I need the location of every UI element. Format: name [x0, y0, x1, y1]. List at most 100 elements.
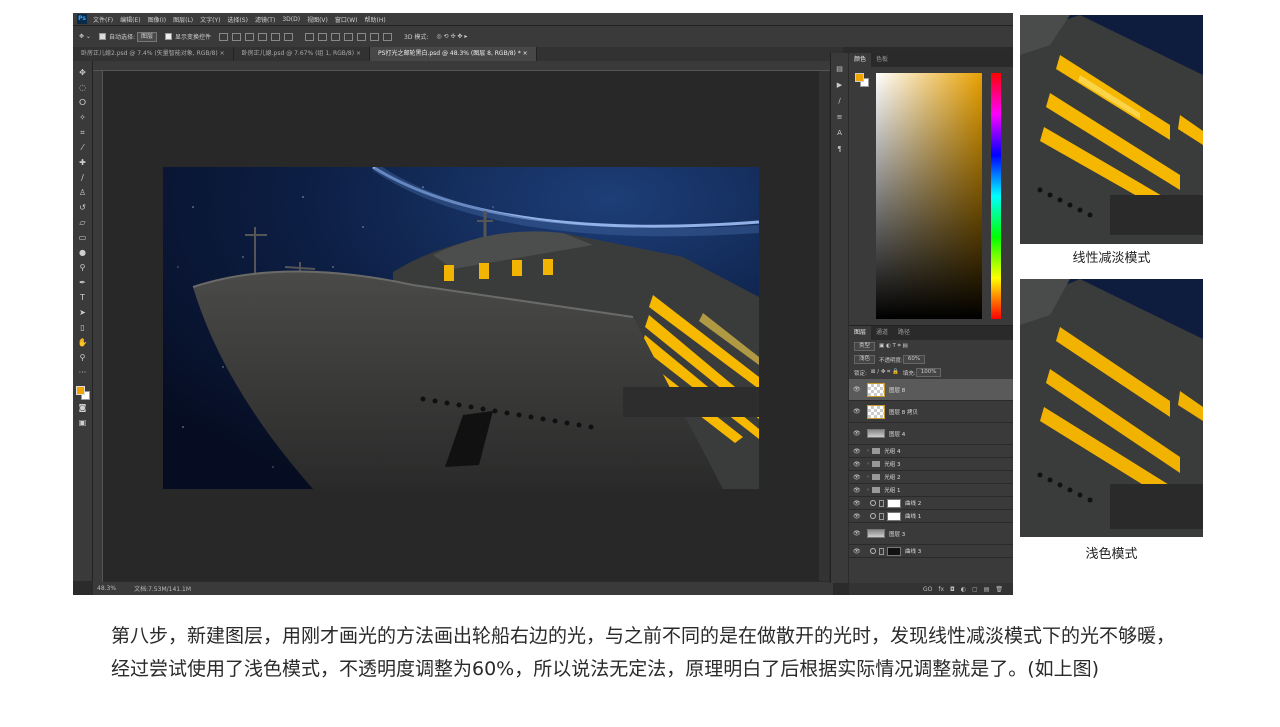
distribute-icons[interactable]: [305, 32, 396, 41]
color-swatch[interactable]: [855, 73, 869, 87]
history-icon[interactable]: ▤: [835, 64, 845, 74]
eraser-tool-icon[interactable]: ▱: [77, 217, 89, 229]
screen-mode-icon[interactable]: ▣: [77, 417, 89, 429]
eyedropper-tool-icon[interactable]: ⁄: [77, 142, 89, 154]
menu-3d[interactable]: 3D(D): [282, 16, 300, 23]
tab-doc-3[interactable]: PS打光之邮轮黑白.psd @ 48.3% (图层 8, RGB/8) * ×: [370, 47, 537, 61]
tab-doc-2[interactable]: 卧房正儿媳.psd @ 7.67% (组 1, RGB/8) ×: [234, 47, 371, 61]
tab-color[interactable]: 颜色: [849, 53, 872, 67]
path-select-tool-icon[interactable]: ➤: [77, 307, 89, 319]
visibility-eye-icon[interactable]: 👁: [853, 500, 861, 507]
visibility-eye-icon[interactable]: 👁: [853, 530, 861, 537]
canvas-scrollbar[interactable]: [819, 71, 829, 581]
stamp-tool-icon[interactable]: ♙: [77, 187, 89, 199]
lasso-tool-icon[interactable]: ⵔ: [77, 97, 89, 109]
tab-doc-1[interactable]: 卧房正儿媳2.psd @ 7.4% (矢量智能对象, RGB/8) ×: [73, 47, 234, 61]
visibility-eye-icon[interactable]: 👁: [853, 513, 861, 520]
menu-view[interactable]: 视图(V): [307, 15, 328, 24]
new-adjustment-icon[interactable]: ◐: [961, 586, 966, 593]
chevron-right-icon[interactable]: ›: [867, 474, 869, 480]
menu-type[interactable]: 文字(Y): [200, 15, 220, 24]
blur-tool-icon[interactable]: ●: [77, 247, 89, 259]
move-tool-icon[interactable]: ✥ ⌄: [79, 33, 91, 40]
tab-channels[interactable]: 通道: [871, 326, 893, 340]
dodge-tool-icon[interactable]: ⚲: [77, 262, 89, 274]
adjustments-icon[interactable]: ≡: [835, 112, 845, 122]
lock-icons[interactable]: ⊠ ∕ ✥ ⌗ 🔒: [871, 369, 899, 376]
gradient-tool-icon[interactable]: ▭: [77, 232, 89, 244]
document-canvas[interactable]: [163, 167, 759, 489]
3d-tool-icons[interactable]: ◎ ⟲ ✣ ✥ ▸: [436, 33, 467, 40]
crop-tool-icon[interactable]: ⌗: [77, 127, 89, 139]
chevron-right-icon[interactable]: ›: [867, 448, 869, 454]
magic-wand-tool-icon[interactable]: ✧: [77, 112, 89, 124]
chevron-right-icon[interactable]: ›: [867, 461, 869, 467]
layer-kind-filter[interactable]: 类型: [854, 342, 876, 351]
align-icons[interactable]: [219, 32, 297, 41]
hue-slider[interactable]: [991, 73, 1001, 319]
zoom-level[interactable]: 48.3%: [97, 585, 116, 592]
visibility-eye-icon[interactable]: 👁: [853, 474, 861, 481]
menu-layer[interactable]: 图层(L): [173, 15, 193, 24]
layer-row[interactable]: 👁 图层 8 拷贝: [849, 401, 1013, 423]
menu-select[interactable]: 选择(S): [227, 15, 248, 24]
rectangle-tool-icon[interactable]: ▯: [77, 322, 89, 334]
layer-row[interactable]: 👁 曲线 3: [849, 545, 1013, 558]
more-tools-icon[interactable]: ···: [77, 367, 89, 379]
chevron-right-icon[interactable]: ›: [867, 487, 869, 493]
menu-window[interactable]: 窗口(W): [335, 15, 358, 24]
foreground-background-colors[interactable]: [75, 386, 90, 400]
visibility-eye-icon[interactable]: 👁: [853, 430, 861, 437]
pen-tool-icon[interactable]: ✒: [77, 277, 89, 289]
add-mask-icon[interactable]: ◘: [950, 586, 955, 593]
filter-icons[interactable]: ▣ ◐ T ⌗ ▤: [879, 343, 908, 350]
layer-row[interactable]: 👁 › 光组 3: [849, 458, 1013, 471]
paragraph-icon[interactable]: ¶: [835, 144, 845, 154]
visibility-eye-icon[interactable]: 👁: [853, 548, 861, 555]
layer-row[interactable]: 👁 图层 3: [849, 523, 1013, 545]
layer-row[interactable]: 👁 › 光组 2: [849, 471, 1013, 484]
tab-paths[interactable]: 路径: [893, 326, 915, 340]
brush-tool-icon[interactable]: ∕: [77, 172, 89, 184]
healing-tool-icon[interactable]: ✚: [77, 157, 89, 169]
link-layers-icon[interactable]: GO: [923, 586, 932, 593]
menu-help[interactable]: 帮助(H): [365, 15, 386, 24]
color-picker-field[interactable]: [876, 73, 982, 319]
blend-mode-dropdown[interactable]: 浅色: [854, 355, 876, 364]
new-group-icon[interactable]: ▢: [972, 586, 978, 593]
text-tool-icon[interactable]: T: [77, 292, 89, 304]
show-transform-checkbox[interactable]: 显示变换控件: [165, 32, 211, 41]
visibility-eye-icon[interactable]: 👁: [853, 386, 861, 393]
fx-icon[interactable]: fx: [938, 586, 944, 593]
brush-settings-icon[interactable]: ∕: [835, 96, 845, 106]
menu-file[interactable]: 文件(F): [93, 15, 113, 24]
layer-row[interactable]: 👁 曲线 2: [849, 497, 1013, 510]
menu-image[interactable]: 图像(I): [148, 15, 166, 24]
layer-row[interactable]: 👁 › 光组 4: [849, 445, 1013, 458]
fill-input[interactable]: 100%: [915, 368, 942, 377]
visibility-eye-icon[interactable]: 👁: [853, 408, 861, 415]
character-icon[interactable]: A: [835, 128, 845, 138]
hand-tool-icon[interactable]: ✋: [77, 337, 89, 349]
tab-swatches[interactable]: 色板: [871, 53, 893, 67]
layer-row[interactable]: 👁 图层 4: [849, 423, 1013, 445]
marquee-tool-icon[interactable]: ◌: [77, 82, 89, 94]
visibility-eye-icon[interactable]: 👁: [853, 461, 861, 468]
menu-edit[interactable]: 编辑(E): [120, 15, 140, 24]
visibility-eye-icon[interactable]: 👁: [853, 487, 861, 494]
menu-filter[interactable]: 滤镜(T): [255, 15, 275, 24]
visibility-eye-icon[interactable]: 👁: [853, 448, 861, 455]
layer-row[interactable]: 👁 曲线 1: [849, 510, 1013, 523]
quick-mask-icon[interactable]: ◙: [77, 402, 89, 414]
trash-icon[interactable]: 🗑: [995, 586, 1003, 593]
layer-row[interactable]: 👁 › 光组 1: [849, 484, 1013, 497]
zoom-tool-icon[interactable]: ⚲: [77, 352, 89, 364]
move-tool-icon[interactable]: ✥: [77, 67, 89, 79]
history-brush-tool-icon[interactable]: ↺: [77, 202, 89, 214]
auto-select-checkbox[interactable]: 自动选择: 图层: [98, 31, 158, 42]
actions-icon[interactable]: ▶: [835, 80, 845, 90]
new-layer-icon[interactable]: ▤: [984, 586, 990, 593]
auto-select-dropdown[interactable]: 图层: [137, 31, 158, 42]
layer-row[interactable]: 👁 图层 8: [849, 379, 1013, 401]
tab-layers[interactable]: 图层: [849, 326, 872, 340]
